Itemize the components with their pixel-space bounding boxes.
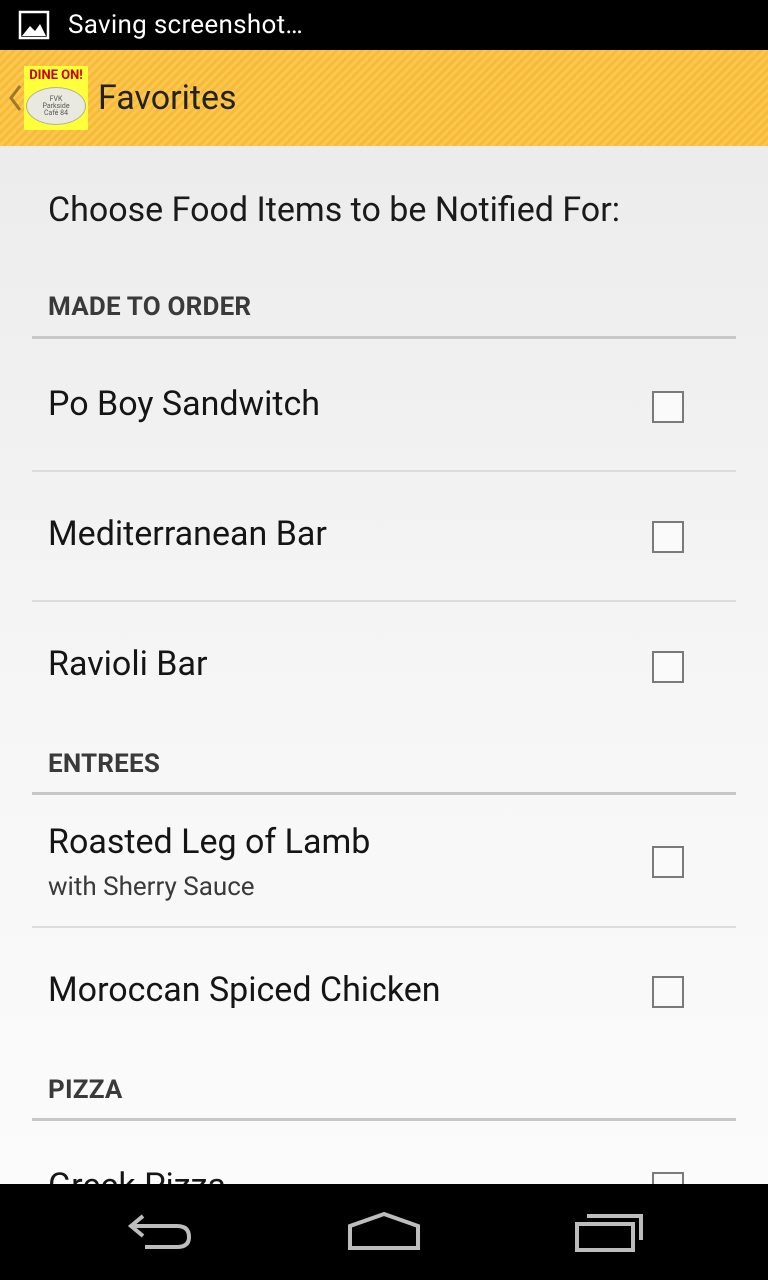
item-subtitle: with Sherry Sauce: [48, 872, 255, 902]
app-logo[interactable]: DINE ON! FVK Parkside Café 84: [24, 66, 88, 130]
item-title: Po Boy Sandwitch: [48, 384, 320, 424]
list-prompt: Choose Food Items to be Notified For:: [48, 190, 620, 230]
home-icon: [348, 1211, 420, 1250]
favorites-list[interactable]: Choose Food Items to be Notified For: MA…: [0, 146, 768, 1184]
item-title: Mediterranean Bar: [48, 514, 327, 554]
item-title: Moroccan Spiced Chicken: [48, 970, 441, 1010]
action-bar: DINE ON! FVK Parkside Café 84 Favorites: [0, 50, 768, 146]
logo-plate-line3: Café 84: [43, 108, 69, 117]
list-item[interactable]: Mediterranean Bar: [32, 472, 736, 602]
item-title: Ravioli Bar: [48, 644, 208, 684]
status-text: Saving screenshot…: [68, 10, 304, 40]
recent-apps-button[interactable]: [560, 1202, 660, 1262]
favorite-checkbox[interactable]: [652, 521, 684, 553]
navigation-bar: [0, 1184, 768, 1280]
favorite-checkbox[interactable]: [652, 976, 684, 1008]
logo-plate: FVK Parkside Café 84: [26, 87, 86, 125]
section-divider: [32, 1118, 736, 1121]
favorite-checkbox[interactable]: [652, 651, 684, 683]
page-title: Favorites: [98, 78, 237, 118]
section-header-entrees: ENTREES: [48, 749, 161, 779]
back-button[interactable]: [110, 1202, 210, 1262]
section-header-made-to-order: MADE TO ORDER: [48, 292, 252, 322]
image-icon: [18, 10, 50, 40]
favorite-checkbox[interactable]: [652, 391, 684, 423]
section-header-pizza: PIZZA: [48, 1075, 123, 1105]
list-item[interactable]: Greek Pizza: [32, 1124, 736, 1184]
item-title: Roasted Leg of Lamb: [48, 822, 371, 862]
back-arrow-icon: [127, 1214, 192, 1249]
list-item[interactable]: Roasted Leg of Lamb with Sherry Sauce: [32, 798, 736, 928]
section-divider: [32, 336, 736, 339]
list-item[interactable]: Po Boy Sandwitch: [32, 342, 736, 472]
status-bar: Saving screenshot…: [0, 0, 768, 50]
list-item[interactable]: Ravioli Bar: [32, 602, 736, 732]
recent-apps-icon: [575, 1214, 643, 1252]
favorite-checkbox[interactable]: [652, 1172, 684, 1184]
logo-text: DINE ON!: [29, 68, 83, 83]
favorite-checkbox[interactable]: [652, 846, 684, 878]
item-title: Greek Pizza: [48, 1166, 226, 1184]
list-item[interactable]: Moroccan Spiced Chicken: [32, 928, 736, 1058]
chevron-left-icon[interactable]: [6, 78, 24, 118]
home-button[interactable]: [334, 1202, 434, 1262]
section-divider: [32, 792, 736, 795]
